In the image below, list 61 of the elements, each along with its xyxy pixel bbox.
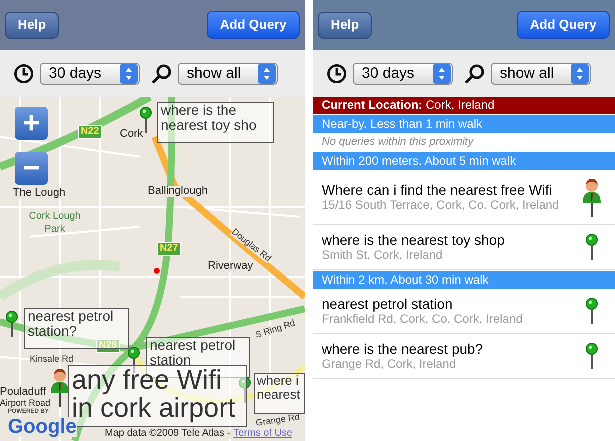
add-query-button[interactable]: Add Query	[517, 11, 610, 39]
map-copyright: Map data ©2009 Tele Atlas -	[105, 429, 231, 439]
stepper-arrows-icon	[433, 64, 451, 84]
road-shield: N28	[96, 339, 120, 353]
map-pin-icon[interactable]	[239, 377, 251, 403]
period-select[interactable]: 30 days	[40, 62, 140, 84]
period-select[interactable]: 30 days	[353, 62, 453, 84]
query-callout[interactable]: where is the nearest toy sho	[157, 102, 274, 143]
zoom-out-button[interactable]: −	[15, 152, 48, 185]
help-button[interactable]: Help	[318, 12, 372, 38]
location-dot	[154, 268, 160, 274]
terms-of-use-link[interactable]: Terms of Use	[234, 429, 293, 439]
query-row[interactable]: Where can i find the nearest free Wifi 15/16 South Terrace, Cork, Co. Cork, Ireland	[313, 170, 615, 225]
road-shield: N22	[78, 125, 102, 139]
scope-select[interactable]: show all	[491, 62, 591, 84]
zoom-in-button[interactable]: +	[15, 107, 48, 140]
person-marker-icon[interactable]	[582, 177, 602, 217]
help-button[interactable]: Help	[5, 12, 60, 38]
stepper-arrows-icon	[120, 64, 138, 84]
map-pin-icon[interactable]	[586, 298, 598, 324]
section-header: Within 2 km. About 30 min walk	[313, 271, 615, 289]
query-title: nearest petrol station	[322, 296, 454, 312]
place-label: Cork	[120, 129, 144, 140]
query-row[interactable]: nearest petrol station Frankfield Rd, Cork, Co. Cork, Ireland	[313, 289, 615, 334]
place-label: Pouladuff	[0, 387, 46, 398]
stepper-arrows-icon	[571, 64, 589, 84]
current-location-bar: Current Location: Cork, Ireland	[313, 97, 615, 114]
empty-message: No queries within this proximity	[321, 135, 475, 150]
stepper-arrows-icon	[258, 64, 276, 84]
query-address: 15/16 South Terrace, Cork, Co. Cork, Ireland	[322, 198, 560, 212]
road-shield: N27	[157, 242, 182, 256]
query-title: where is the nearest pub?	[322, 341, 484, 357]
place-label: Riverway	[208, 261, 254, 272]
clock-icon	[14, 64, 34, 84]
place-label: Cork Lough Park	[28, 211, 82, 236]
map[interactable]	[0, 97, 305, 441]
place-label: Ballinglough	[148, 186, 208, 197]
place-label: The Lough	[13, 188, 66, 199]
road-label: Kinsale Rd	[30, 355, 74, 364]
section-header: Near-by. Less than 1 min walk	[313, 115, 615, 133]
search-icon	[152, 64, 172, 84]
search-icon	[465, 64, 485, 84]
query-row[interactable]: where is the nearest toy shop Smith St, Cork, Ireland	[313, 225, 615, 270]
query-row[interactable]: where is the nearest pub? Grange Rd, Cork, Ireland	[313, 334, 615, 379]
query-callout[interactable]: where i nearest	[254, 373, 305, 414]
road-label: Grange Rd	[256, 412, 300, 428]
map-pin-icon[interactable]	[586, 343, 598, 369]
query-address: Smith St, Cork, Ireland	[322, 248, 444, 262]
add-query-button[interactable]: Add Query	[207, 11, 300, 39]
query-address: Frankfield Rd, Cork, Co. Cork, Ireland	[322, 312, 524, 326]
query-address: Grange Rd, Cork, Ireland	[322, 357, 458, 371]
clock-icon	[327, 64, 347, 84]
query-title: Where can i find the nearest free Wifi	[322, 182, 554, 198]
google-logo: Google	[8, 417, 77, 437]
query-title: where is the nearest toy shop	[322, 232, 506, 248]
place-label: Airport Road	[0, 399, 51, 408]
scope-select[interactable]: show all	[178, 62, 278, 84]
map-pin-icon[interactable]	[586, 234, 598, 260]
map-pin-icon[interactable]	[6, 311, 18, 337]
person-marker-icon[interactable]	[50, 367, 70, 407]
section-header: Within 200 meters. About 5 min walk	[313, 152, 615, 170]
